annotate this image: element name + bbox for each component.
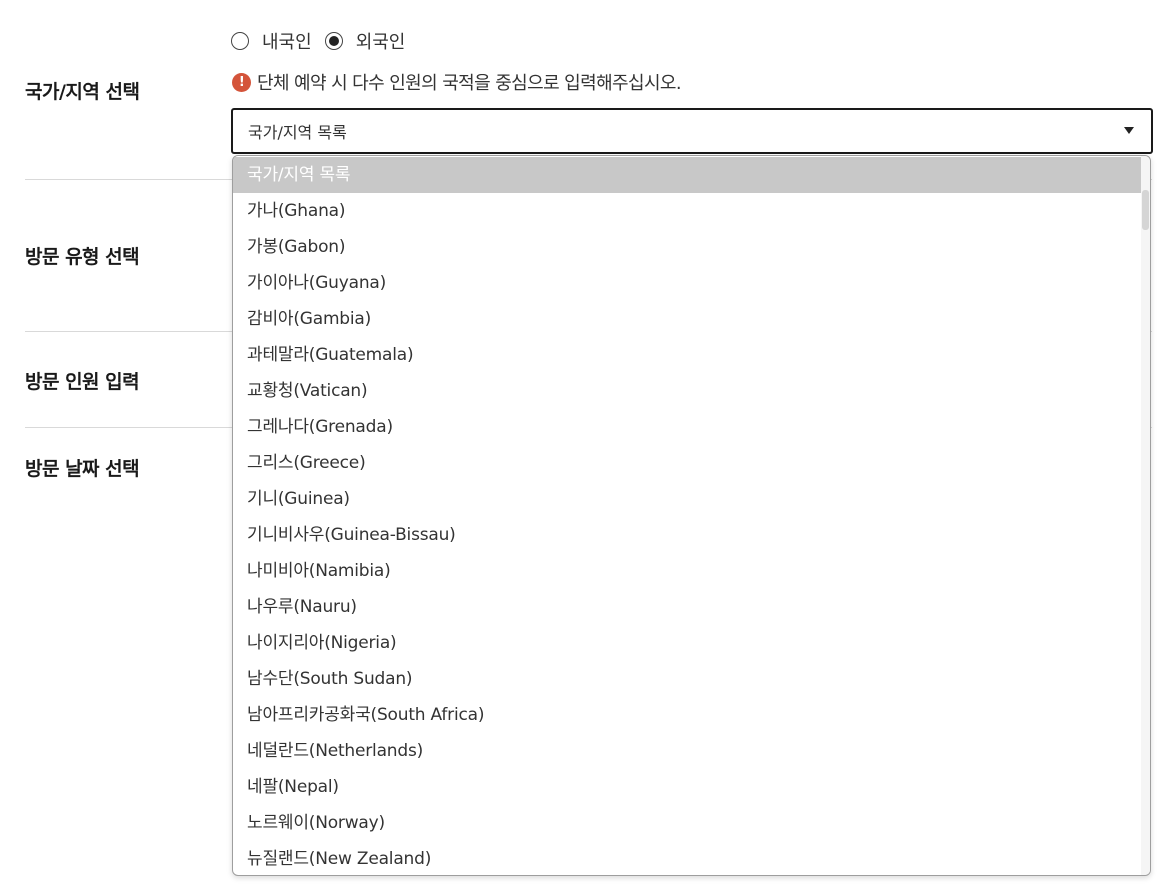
country-option[interactable]: 교황청(Vatican): [233, 373, 1141, 409]
date-section-label: 방문 날짜 선택: [25, 458, 140, 480]
country-option[interactable]: 나우루(Nauru): [233, 589, 1141, 625]
radio-checked-icon[interactable]: [324, 32, 343, 50]
country-option[interactable]: 과테말라(Guatemala): [233, 337, 1141, 373]
country-option[interactable]: 가이아나(Guyana): [233, 265, 1141, 301]
country-option[interactable]: 그레나다(Grenada): [233, 409, 1141, 445]
country-option[interactable]: 노르웨이(Norway): [233, 805, 1141, 841]
country-option[interactable]: 네팔(Nepal): [233, 769, 1141, 805]
country-option[interactable]: 남수단(South Sudan): [233, 661, 1141, 697]
domestic-radio-label: 내국인: [262, 32, 312, 53]
scrollbar-thumb[interactable]: [1142, 190, 1149, 230]
dropdown-scrollbar[interactable]: [1141, 156, 1150, 875]
country-select-value: 국가/지역 목록: [248, 123, 347, 142]
foreign-radio[interactable]: 외국인: [324, 28, 406, 54]
domestic-radio[interactable]: 내국인: [231, 28, 312, 54]
country-option[interactable]: 감비아(Gambia): [233, 301, 1141, 337]
country-option[interactable]: 그리스(Greece): [233, 445, 1141, 481]
country-select[interactable]: 국가/지역 목록: [231, 108, 1153, 154]
country-option-placeholder[interactable]: 국가/지역 목록: [233, 157, 1141, 193]
country-option-list: 국가/지역 목록 가나(Ghana) 가봉(Gabon) 가이아나(Guyana) 감비…: [233, 157, 1141, 875]
caret-down-icon: [1124, 127, 1134, 134]
foreign-radio-label: 외국인: [355, 32, 406, 53]
country-option[interactable]: 기니(Guinea): [233, 481, 1141, 517]
country-option[interactable]: 기니비사우(Guinea-Bissau): [233, 517, 1141, 553]
alert-icon: !: [232, 72, 251, 92]
country-dropdown[interactable]: 국가/지역 목록 가나(Ghana) 가봉(Gabon) 가이아나(Guyana) 감비…: [232, 155, 1151, 876]
notice-text: 단체 예약 시 다수 인원의 국적을 중심으로 입력해주십시오.: [257, 73, 682, 94]
country-option[interactable]: 가나(Ghana): [233, 193, 1141, 229]
country-option[interactable]: 가봉(Gabon): [233, 229, 1141, 265]
country-option[interactable]: 나미비아(Namibia): [233, 553, 1141, 589]
country-section-label: 국가/지역 선택: [25, 81, 140, 103]
visitors-section-label: 방문 인원 입력: [25, 371, 140, 393]
country-option[interactable]: 나이지리아(Nigeria): [233, 625, 1141, 661]
nationality-radio-group: 내국인 외국인: [231, 28, 418, 54]
radio-dot: [328, 36, 339, 46]
group-notice: ! 단체 예약 시 다수 인원의 국적을 중심으로 입력해주십시오.: [232, 69, 682, 95]
reservation-form: 국가/지역 선택 방문 유형 선택 방문 인원 입력 방문 날짜 선택 내국인 …: [0, 0, 1175, 886]
country-option[interactable]: 네덜란드(Netherlands): [233, 733, 1141, 769]
country-option[interactable]: 남아프리카공화국(South Africa): [233, 697, 1141, 733]
radio-unchecked-icon[interactable]: [231, 32, 249, 50]
country-option[interactable]: 뉴질랜드(New Zealand): [233, 841, 1141, 875]
visit-type-section-label: 방문 유형 선택: [25, 246, 140, 268]
